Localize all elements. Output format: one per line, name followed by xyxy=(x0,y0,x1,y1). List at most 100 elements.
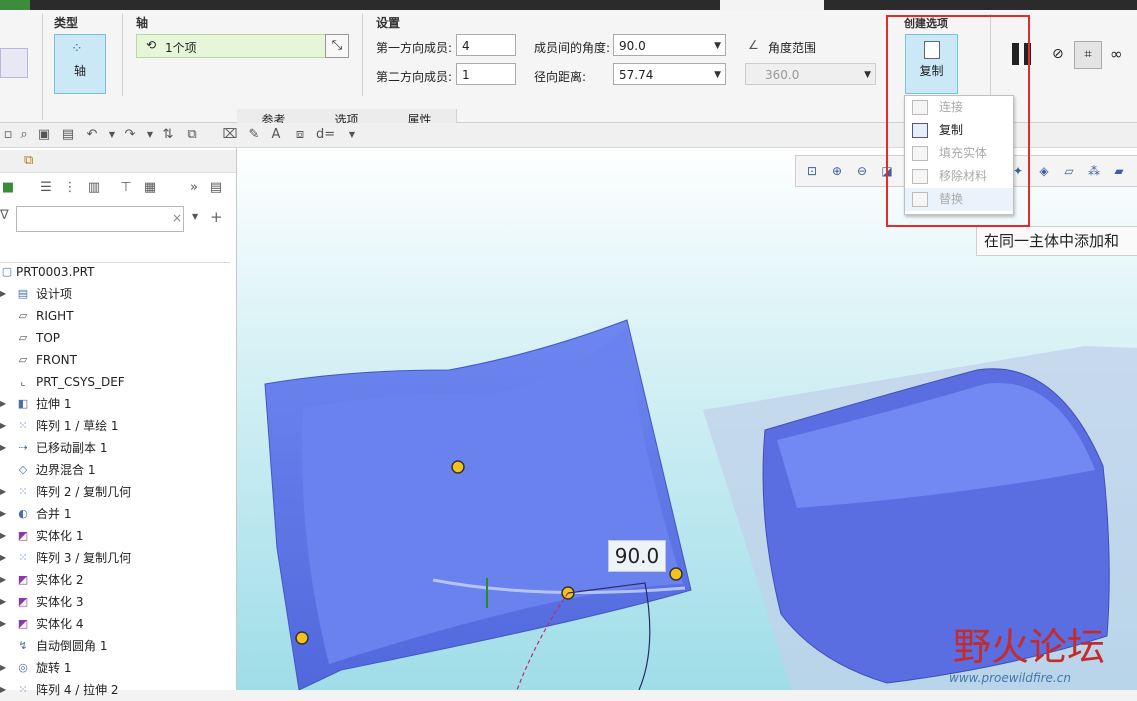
pattern-point[interactable] xyxy=(451,460,465,474)
datum-plane-icon: ▱ xyxy=(18,309,28,322)
windows-icon[interactable]: ⧉ xyxy=(184,127,200,143)
tooltip: 在同一主体中添加和 xyxy=(976,226,1137,256)
tree-item[interactable]: ⌞ PRT_CSYS_DEF xyxy=(0,371,236,393)
annotation-highlight-box xyxy=(886,15,1030,227)
second-direction-field[interactable]: 1 xyxy=(456,63,516,85)
tree-item[interactable]: ▶ ◎ 旋转 1 xyxy=(0,657,236,679)
axis-ref-value: 1个项 xyxy=(165,41,197,55)
tree-item[interactable]: ▶ ⁙ 阵列 2 / 复制几何 xyxy=(0,481,236,503)
layers-tab-icon[interactable]: ⧉ xyxy=(24,153,33,168)
tree-search-input[interactable] xyxy=(16,206,184,232)
save-icon[interactable]: ▤ xyxy=(60,127,76,143)
expand-icon[interactable]: ▶ xyxy=(0,393,8,415)
expand-icon[interactable]: ▶ xyxy=(0,525,8,547)
moved-copy-icon: ⇢ xyxy=(18,441,28,454)
tree-table-icon[interactable]: ▥ xyxy=(86,180,102,196)
expand-icon[interactable]: ▶ xyxy=(0,503,8,525)
tree-toolbar: ■ ☰ ⋮ ▥ ⊤ ▦ » ▤ xyxy=(0,176,236,200)
tree-item[interactable]: ▶ ◩ 实体化 1 xyxy=(0,525,236,547)
redo-icon[interactable]: ↷ xyxy=(122,127,138,143)
open-icon[interactable]: ⌕ xyxy=(16,127,32,143)
tree-item[interactable]: ▶ ◩ 实体化 2 xyxy=(0,569,236,591)
tree-doc-icon[interactable]: ▤ xyxy=(208,180,224,196)
angle-range-label[interactable]: 角度范围 xyxy=(768,39,816,56)
pattern-app-icon[interactable] xyxy=(0,48,28,78)
tree-item[interactable]: ▶ ⇢ 已移动副本 1 xyxy=(0,437,236,459)
chevron-down-icon[interactable]: ▼ xyxy=(142,127,158,143)
type-axis-button[interactable]: ⁘ 轴 xyxy=(54,34,106,94)
radial-distance-label: 径向距离: xyxy=(534,70,587,84)
layer-icon[interactable]: ⧈ xyxy=(292,127,308,143)
solidify-icon: ◩ xyxy=(17,617,29,630)
relations-icon[interactable]: d= xyxy=(316,127,335,143)
add-filter-icon[interactable]: + xyxy=(210,208,223,226)
pattern-point[interactable] xyxy=(669,567,683,581)
annotation-icon[interactable]: A xyxy=(268,127,284,143)
tree-header xyxy=(0,238,230,263)
tree-item[interactable]: ↯ 自动倒圆角 1 xyxy=(0,635,236,657)
member-angle-field[interactable]: 90.0 ▼ xyxy=(613,34,726,56)
expand-icon[interactable]: ▶ xyxy=(0,591,8,613)
regenerate-icon[interactable]: ⇅ xyxy=(160,127,176,143)
tree-item[interactable]: ◇ 边界混合 1 xyxy=(0,459,236,481)
folder-icon[interactable]: ▣ xyxy=(36,127,52,143)
show-icon[interactable]: ■ xyxy=(0,180,16,196)
tree-settings-icon[interactable]: ▦ xyxy=(142,180,158,196)
tree-item[interactable]: ▶ ▤ 设计项 xyxy=(0,283,236,305)
expand-icon[interactable]: ▶ xyxy=(0,481,8,503)
expand-icon[interactable]: ▶ xyxy=(0,613,8,635)
tree-item[interactable]: ▶ ⁙ 阵列 3 / 复制几何 xyxy=(0,547,236,569)
second-direction-label: 第二方向成员: xyxy=(376,70,453,84)
axis-reference-collector[interactable]: ⟲ 1个项 xyxy=(136,34,349,58)
expand-icon[interactable]: ▶ xyxy=(0,283,8,305)
expand-icon[interactable]: ▶ xyxy=(0,679,8,701)
more-icon[interactable]: » xyxy=(186,180,202,196)
rename-icon[interactable]: ✎ xyxy=(246,127,262,143)
tree-item[interactable]: ▱ TOP xyxy=(0,327,236,349)
tree-item[interactable]: ▱ RIGHT xyxy=(0,305,236,327)
tree-columns-icon[interactable]: ⋮ xyxy=(62,180,78,196)
boundary-blend-icon: ◇ xyxy=(18,463,28,476)
expand-icon[interactable]: ▶ xyxy=(0,415,8,437)
filter-icon[interactable]: ∇ xyxy=(0,208,9,223)
model-tree-panel: ⧉ ■ ☰ ⋮ ▥ ⊤ ▦ » ▤ ∇ × ▼ + ▢ PRT0003.PRT ▶… xyxy=(0,148,237,697)
chevron-down-icon[interactable]: ▼ xyxy=(192,212,198,221)
radial-distance-field[interactable]: 57.74 ▼ xyxy=(613,63,726,85)
member-angle-label: 成员间的角度: xyxy=(534,41,611,55)
forum-watermark-url: www.proewildfire.cn xyxy=(949,671,1071,685)
glasses-icon[interactable]: ∞ xyxy=(1110,45,1123,63)
expand-icon[interactable]: ▶ xyxy=(0,569,8,591)
expand-icon[interactable]: ▶ xyxy=(0,437,8,459)
undo-icon[interactable]: ↶ xyxy=(84,127,100,143)
feature-preview-icon[interactable]: ⌗ xyxy=(1074,41,1102,69)
pattern-icon: ⁙ xyxy=(18,683,28,696)
tree-item[interactable]: ▶ ⁙ 阵列 1 / 草绘 1 xyxy=(0,415,236,437)
tab-pattern-active[interactable] xyxy=(720,0,824,10)
tree-item[interactable]: ▶ ◩ 实体化 4 xyxy=(0,613,236,635)
datum-plane-icon: ▱ xyxy=(18,331,28,344)
chevron-down-icon[interactable]: ▼ xyxy=(344,127,360,143)
tree-list-icon[interactable]: ☰ xyxy=(38,180,54,196)
tree-filter-icon[interactable]: ⊤ xyxy=(118,180,134,196)
tree-item-root[interactable]: ▢ PRT0003.PRT xyxy=(0,261,236,283)
revolve-icon: ◎ xyxy=(18,661,28,674)
expand-icon[interactable]: ▶ xyxy=(0,657,8,679)
tree-item[interactable]: ▶ ◧ 拉伸 1 xyxy=(0,393,236,415)
first-direction-field[interactable]: 4 xyxy=(456,34,516,56)
auto-round-icon: ↯ xyxy=(18,639,28,652)
chevron-down-icon[interactable]: ▼ xyxy=(104,127,120,143)
tree-item[interactable]: ▶ ◩ 实体化 3 xyxy=(0,591,236,613)
pattern-point[interactable] xyxy=(295,631,309,645)
tree-item[interactable]: ▶ ⁙ 阵列 4 / 拉伸 2 xyxy=(0,679,236,701)
tab-file[interactable] xyxy=(0,0,30,10)
new-icon[interactable]: ▫ xyxy=(0,127,16,143)
tree-item[interactable]: ▶ ◐ 合并 1 xyxy=(0,503,236,525)
expand-icon[interactable]: ▶ xyxy=(0,547,8,569)
angle-dimension-label[interactable]: 90.0 xyxy=(608,540,666,572)
solidify-icon: ◩ xyxy=(17,529,29,542)
close-window-icon[interactable]: ⌧ xyxy=(222,127,238,143)
tree-item[interactable]: ▱ FRONT xyxy=(0,349,236,371)
flip-direction-button[interactable]: ⤡ xyxy=(325,34,349,58)
clear-search-icon[interactable]: × xyxy=(172,211,182,225)
no-preview-icon[interactable]: ⊘ xyxy=(1052,46,1064,62)
